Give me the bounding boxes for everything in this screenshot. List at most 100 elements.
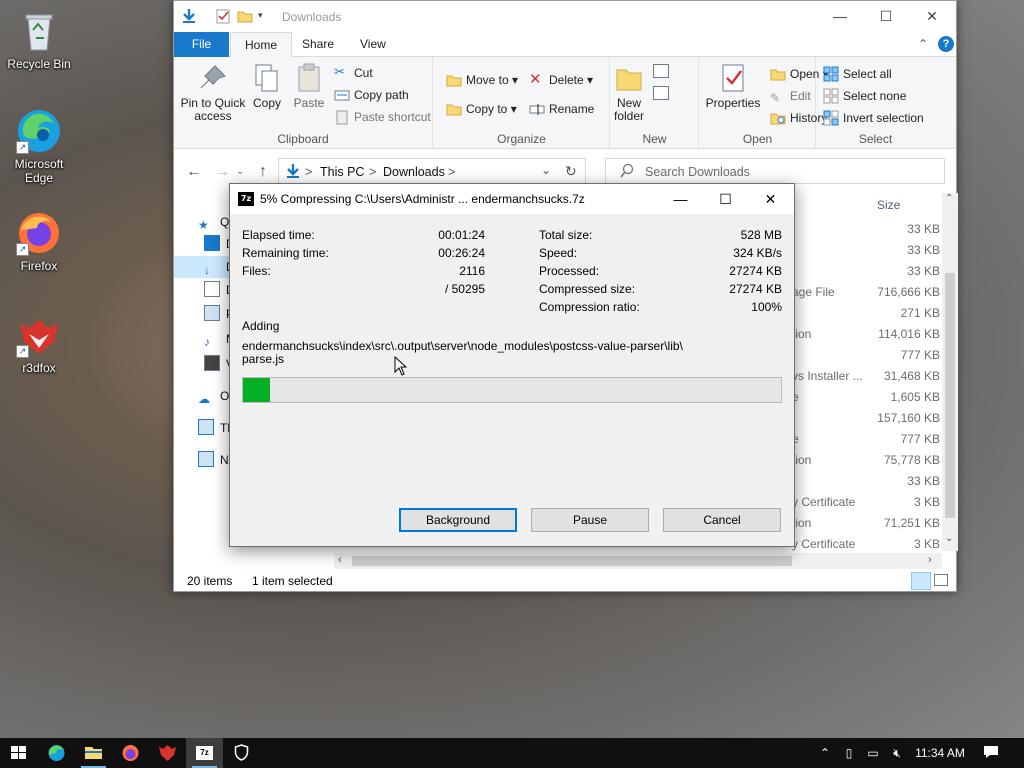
tab-home[interactable]: Home — [230, 32, 293, 58]
h-scroll-thumb[interactable] — [352, 556, 792, 566]
notifications-icon[interactable] — [980, 738, 1002, 768]
scroll-left-icon[interactable]: ‹ — [338, 554, 342, 566]
file-row[interactable]: 157,160 KB — [792, 408, 940, 429]
scroll-right-icon[interactable]: › — [928, 554, 932, 566]
maximize-button[interactable]: ☐ — [863, 1, 909, 32]
recent-locations-icon[interactable]: ⌄ — [236, 166, 244, 177]
column-header-size[interactable]: Size — [792, 191, 940, 217]
paste-shortcut-button[interactable]: Paste shortcut — [334, 107, 431, 127]
paste-button[interactable]: Paste — [289, 62, 329, 110]
horizontal-scrollbar[interactable]: ‹ › — [334, 553, 942, 569]
nav-quick-access[interactable]: ★ Q — [198, 211, 229, 233]
help-icon[interactable]: ? — [938, 36, 954, 52]
select-group: Select all Select none Invert selection … — [817, 57, 934, 149]
file-row[interactable]: 777 KB — [792, 345, 940, 366]
tab-view[interactable]: View — [346, 32, 400, 57]
compression-progress-dialog: 7z 5% Compressing C:\Users\Administr ...… — [229, 183, 795, 547]
large-icons-view-icon[interactable] — [934, 574, 948, 586]
security-taskbar-icon[interactable] — [223, 738, 260, 768]
rename-button[interactable]: Rename — [529, 99, 594, 119]
file-row[interactable]: vs Installer ... 31,468 KB — [792, 366, 940, 387]
desktop-icon-edge[interactable]: ↗ Microsoft Edge — [2, 108, 76, 185]
forward-arrow-icon[interactable]: → — [214, 163, 230, 181]
new-folder-icon — [613, 62, 645, 94]
nav-onedrive[interactable]: ☁ O — [198, 385, 229, 407]
file-row[interactable]: 33 KB — [792, 261, 940, 282]
move-to-button[interactable]: Move to ▾ — [446, 70, 518, 90]
address-box[interactable]: > This PC > Downloads > ⌄ ↻ — [278, 158, 586, 184]
new-item-icon[interactable] — [653, 64, 669, 78]
breadcrumb-this-pc[interactable]: This PC — [320, 165, 364, 179]
new-folder-button[interactable]: New folder — [611, 62, 647, 123]
7zip-taskbar-icon[interactable]: 7z — [186, 738, 223, 768]
new-folder-quick-icon[interactable] — [237, 8, 253, 24]
copy-path-button[interactable]: Copy path — [334, 85, 409, 105]
edit-button[interactable]: ✎ Edit — [770, 86, 811, 106]
copy-to-button[interactable]: Copy to ▾ — [446, 99, 517, 119]
properties-button[interactable]: Properties — [704, 62, 762, 110]
close-button[interactable]: ✕ — [909, 1, 955, 32]
file-row[interactable]: tion 75,778 KB — [792, 450, 940, 471]
desktop-icon-r3dfox[interactable]: ↗ r3dfox — [2, 312, 76, 375]
properties-quick-icon[interactable] — [215, 8, 231, 24]
dialog-maximize-button[interactable]: ☐ — [703, 184, 748, 214]
cancel-button[interactable]: Cancel — [663, 508, 781, 532]
tab-share[interactable]: Share — [288, 32, 348, 57]
collapse-ribbon-icon[interactable]: ⌃ — [918, 37, 928, 51]
file-explorer-taskbar-icon[interactable] — [75, 738, 112, 768]
file-row[interactable]: e 1,605 KB — [792, 387, 940, 408]
file-row[interactable]: y Certificate 3 KB — [792, 492, 940, 513]
tab-file[interactable]: File — [174, 32, 229, 57]
invert-selection-button[interactable]: Invert selection — [823, 108, 924, 128]
file-row[interactable]: 33 KB — [792, 471, 940, 492]
edge-taskbar-icon[interactable] — [38, 738, 75, 768]
shortcut-arrow-icon: ↗ — [16, 345, 29, 358]
copy-button[interactable]: Copy — [249, 62, 285, 110]
downloads-arrow-icon — [181, 8, 197, 24]
breadcrumb-downloads[interactable]: Downloads — [383, 165, 445, 179]
file-row[interactable]: tion 114,016 KB — [792, 324, 940, 345]
start-icon[interactable] — [0, 738, 37, 768]
firefox-taskbar-icon[interactable] — [112, 738, 149, 768]
scissors-icon: ✂ — [334, 64, 345, 79]
address-dropdown-icon[interactable]: ⌄ — [541, 163, 551, 177]
rename-icon — [529, 101, 545, 117]
clock[interactable]: 11:34 AM — [908, 738, 972, 768]
scroll-thumb[interactable] — [945, 273, 955, 518]
search-downloads-input[interactable]: Search Downloads — [605, 158, 945, 184]
file-row[interactable]: tion 71,251 KB — [792, 513, 940, 534]
file-row[interactable]: y Certificate 3 KB — [792, 534, 940, 555]
scroll-up-icon[interactable]: ⌃ — [945, 193, 953, 204]
vertical-scrollbar[interactable]: ⌃ ⌄ — [942, 193, 958, 551]
pin-to-quick-access-button[interactable]: Pin to Quick access — [179, 62, 247, 123]
file-row[interactable]: 271 KB — [792, 303, 940, 324]
file-row[interactable]: 33 KB — [792, 219, 940, 240]
desktop-icon-firefox[interactable]: ↗ Firefox — [2, 210, 76, 273]
r3dfox-taskbar-icon[interactable] — [149, 738, 186, 768]
file-row[interactable]: age File 716,666 KB — [792, 282, 940, 303]
volume-muted-icon[interactable]: 🔇︎ — [886, 738, 908, 768]
pause-button[interactable]: Pause — [531, 508, 649, 532]
customize-quick-access-icon[interactable]: ▾ — [258, 10, 274, 26]
details-view-icon[interactable] — [911, 572, 931, 590]
dialog-close-button[interactable]: ✕ — [748, 184, 793, 214]
scroll-down-icon[interactable]: ⌄ — [945, 533, 953, 544]
dialog-minimize-button[interactable]: — — [658, 184, 703, 214]
file-row[interactable]: 33 KB — [792, 240, 940, 261]
minimize-button[interactable]: — — [817, 1, 863, 32]
select-none-button[interactable]: Select none — [823, 86, 906, 106]
easy-access-icon[interactable] — [653, 86, 669, 100]
select-all-button[interactable]: Select all — [823, 64, 892, 84]
nav-downloads[interactable]: ↓D — [174, 256, 235, 278]
cut-button[interactable]: ✂ Cut — [334, 63, 373, 83]
up-arrow-icon[interactable]: ↑ — [259, 163, 267, 181]
network-tray-icon[interactable]: ▭ — [862, 738, 884, 768]
back-arrow-icon[interactable]: ← — [186, 163, 202, 181]
device-icon[interactable]: ▯ — [838, 738, 860, 768]
desktop-icon-recycle-bin[interactable]: Recycle Bin — [2, 8, 76, 71]
background-button[interactable]: Background — [399, 508, 517, 532]
refresh-icon[interactable]: ↻ — [565, 163, 577, 180]
delete-button[interactable]: ✕ Delete ▾ — [529, 70, 593, 90]
show-hidden-icons-icon[interactable]: ⌃ — [815, 738, 835, 768]
file-row[interactable]: e 777 KB — [792, 429, 940, 450]
